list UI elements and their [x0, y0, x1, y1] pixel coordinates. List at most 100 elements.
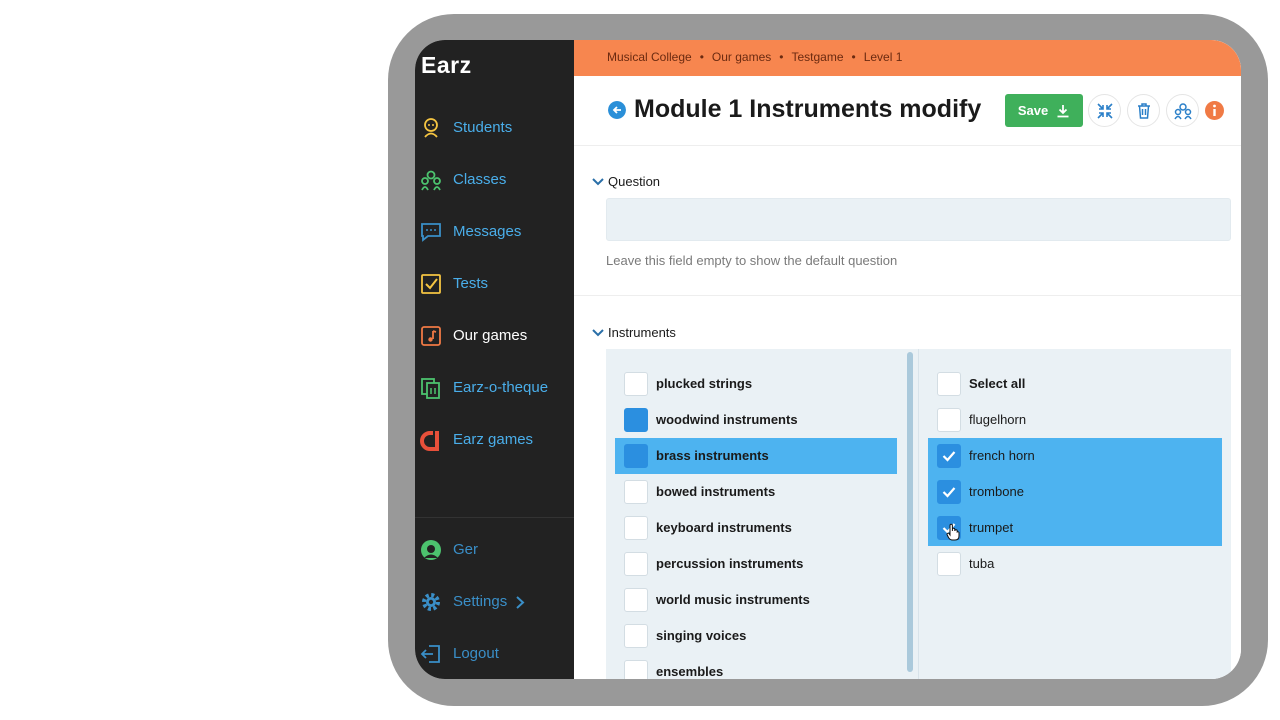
sidebar-item-label: Messages — [453, 223, 522, 240]
instrument-row[interactable]: french horn — [928, 438, 1222, 474]
category-row[interactable]: plucked strings — [615, 366, 897, 402]
delete-button[interactable] — [1127, 94, 1160, 127]
instrument-label: tuba — [969, 556, 995, 571]
logout-icon — [420, 645, 440, 663]
classes-icon — [1173, 102, 1192, 119]
music-note-icon — [421, 326, 441, 346]
instrument-list: Select all flugelhorn french horn trombo… — [918, 349, 1231, 679]
breadcrumb-separator: • — [851, 50, 856, 64]
save-button[interactable]: Save — [1005, 94, 1083, 127]
instrument-row[interactable]: flugelhorn — [928, 402, 1222, 438]
category-checkbox[interactable] — [624, 480, 648, 504]
sidebar-item-label: Settings — [453, 593, 508, 610]
instrument-label: trombone — [969, 484, 1024, 499]
sidebar-item-messages[interactable]: Messages — [415, 212, 574, 252]
instrument-label: trumpet — [969, 520, 1014, 535]
page-title: Module 1 Instruments modify — [634, 95, 982, 123]
category-row[interactable]: brass instruments — [615, 438, 897, 474]
sidebar-item-settings[interactable]: Settings — [415, 582, 574, 622]
share-classes-button[interactable] — [1166, 94, 1199, 127]
chevron-down-icon — [592, 177, 604, 185]
breadcrumb-separator: • — [699, 50, 704, 64]
sidebar-divider — [415, 517, 574, 518]
category-checkbox[interactable] — [624, 444, 648, 468]
sidebar-item-label: Earz games — [453, 431, 534, 448]
instrument-row[interactable]: tuba — [928, 546, 1222, 582]
sidebar-item-label: Our games — [453, 327, 528, 344]
question-section-toggle[interactable]: Question — [592, 174, 660, 189]
category-checkbox[interactable] — [624, 624, 648, 648]
breadcrumb-item[interactable]: Testgame — [791, 50, 843, 64]
student-icon — [424, 118, 438, 138]
category-row[interactable]: woodwind instruments — [615, 402, 897, 438]
gear-icon — [422, 593, 440, 611]
instrument-checkbox[interactable] — [937, 480, 961, 504]
select-all-checkbox[interactable] — [937, 372, 961, 396]
question-input[interactable] — [606, 198, 1231, 241]
instruments-section-toggle[interactable]: Instruments — [592, 325, 676, 340]
instrument-label: french horn — [969, 448, 1035, 463]
app-logo: Earz — [421, 52, 472, 78]
category-label: bowed instruments — [656, 484, 776, 499]
sidebar-item-logout[interactable]: Logout — [415, 634, 574, 674]
instrument-checkbox[interactable] — [937, 408, 961, 432]
sidebar-item-classes[interactable]: Classes — [415, 160, 574, 200]
breadcrumb-separator: • — [779, 50, 784, 64]
sidebar-item-our-games[interactable]: Our games — [415, 316, 574, 356]
category-label: ensembles — [656, 664, 724, 679]
collapse-icon — [1096, 102, 1113, 119]
category-checkbox[interactable] — [624, 516, 648, 540]
select-all-row[interactable]: Select all — [928, 366, 1222, 402]
check-icon — [942, 487, 956, 498]
messages-icon — [421, 223, 441, 242]
sidebar-item-label: Classes — [453, 171, 507, 188]
sidebar-item-label: Ger — [453, 541, 479, 558]
instrument-checkbox[interactable] — [937, 552, 961, 576]
app-screen: Earz Students Classes Messages Tests Our… — [415, 40, 1241, 679]
section-title: Instruments — [608, 325, 676, 340]
instrument-row[interactable]: trombone — [928, 474, 1222, 510]
category-label: keyboard instruments — [656, 520, 792, 535]
instrument-checkbox[interactable] — [937, 444, 961, 468]
tests-icon — [421, 274, 441, 294]
sidebar: Earz Students Classes Messages Tests Our… — [415, 40, 574, 679]
category-checkbox[interactable] — [624, 372, 648, 396]
category-row[interactable]: bowed instruments — [615, 474, 897, 510]
category-checkbox[interactable] — [624, 552, 648, 576]
main-content: Musical College • Our games • Testgame •… — [574, 40, 1241, 679]
category-row[interactable]: world music instruments — [615, 582, 897, 618]
instrument-row[interactable]: trumpet — [928, 510, 1222, 546]
check-icon — [942, 451, 956, 462]
sidebar-item-label: Students — [453, 119, 513, 136]
category-checkbox[interactable] — [624, 588, 648, 612]
category-checkbox[interactable] — [624, 408, 648, 432]
sidebar-item-profile[interactable]: Ger — [415, 530, 574, 570]
category-row[interactable]: singing voices — [615, 618, 897, 654]
collapse-button[interactable] — [1088, 94, 1121, 127]
sidebar-item-students[interactable]: Students — [415, 108, 574, 148]
category-row[interactable]: percussion instruments — [615, 546, 897, 582]
sidebar-item-label: Earz-o-theque — [453, 379, 549, 396]
sidebar-item-tests[interactable]: Tests — [415, 264, 574, 304]
back-icon[interactable] — [608, 101, 626, 119]
trash-icon — [1137, 102, 1150, 119]
breadcrumb-item[interactable]: Our games — [712, 50, 771, 64]
chevron-right-icon — [516, 596, 525, 609]
category-label: woodwind instruments — [656, 412, 798, 427]
section-title: Question — [608, 174, 661, 189]
instruments-picker: plucked strings woodwind instruments bra… — [606, 349, 1231, 679]
category-row[interactable]: ensembles — [615, 654, 897, 679]
breadcrumb-item[interactable]: Musical College — [607, 50, 692, 64]
category-list: plucked strings woodwind instruments bra… — [606, 349, 916, 679]
instrument-label: Select all — [969, 376, 1026, 391]
sidebar-item-earz-o-theque[interactable]: Earz-o-theque — [415, 368, 574, 408]
breadcrumb-item[interactable]: Level 1 — [864, 50, 903, 64]
info-icon[interactable] — [1205, 101, 1224, 120]
breadcrumb: Musical College • Our games • Testgame •… — [607, 50, 902, 64]
category-label: brass instruments — [656, 448, 769, 463]
download-icon — [1057, 104, 1069, 117]
category-row[interactable]: keyboard instruments — [615, 510, 897, 546]
category-scrollbar[interactable] — [907, 352, 913, 672]
sidebar-item-earz-games[interactable]: Earz games — [415, 420, 574, 460]
category-checkbox[interactable] — [624, 660, 648, 679]
